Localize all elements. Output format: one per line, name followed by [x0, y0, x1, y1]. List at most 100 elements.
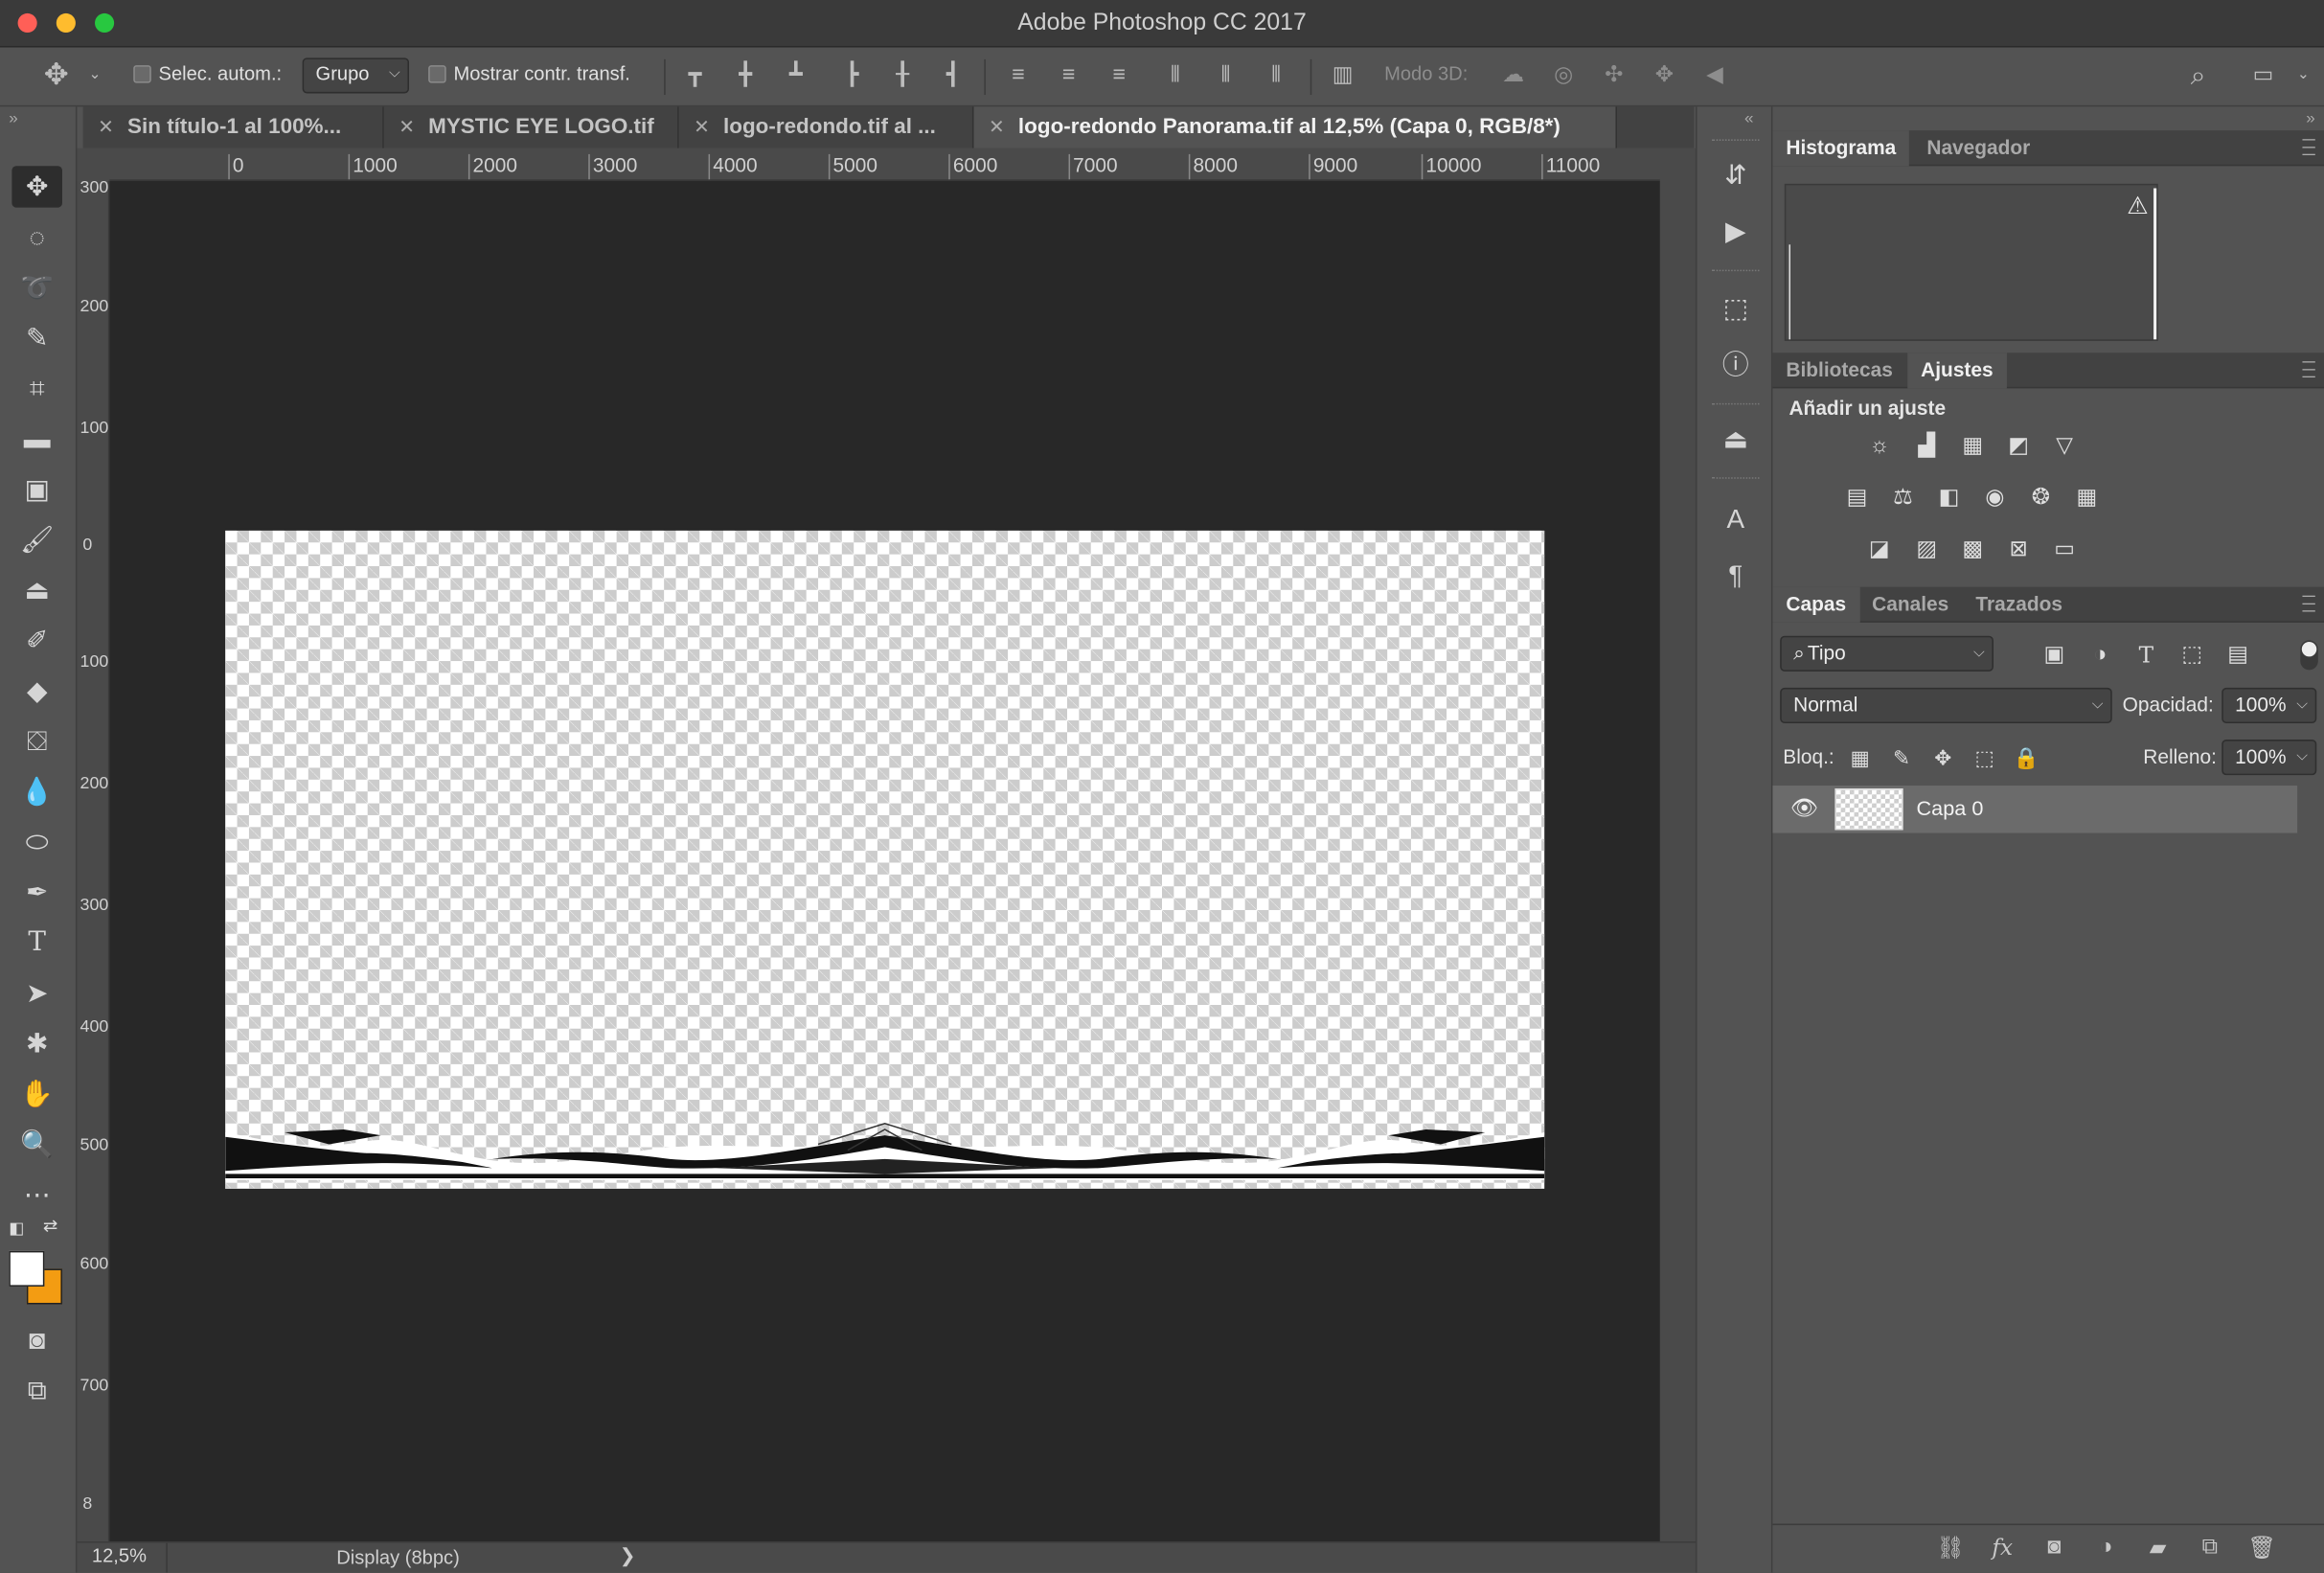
- tab-sin-titulo[interactable]: ✕ Sin título-1 al 100%...: [83, 106, 384, 148]
- eye-icon[interactable]: 👁: [1790, 794, 1818, 821]
- tab-ajustes[interactable]: Ajustes: [1907, 353, 2007, 389]
- blend-mode-dropdown[interactable]: Normal ⌵: [1780, 687, 2112, 724]
- tab-trazados[interactable]: Trazados: [1962, 587, 2075, 623]
- 3d-icon[interactable]: ⬚: [1718, 290, 1753, 326]
- auto-select-dropdown[interactable]: Grupo ⌵: [302, 57, 410, 94]
- align-top-icon[interactable]: ┳: [679, 59, 712, 92]
- channel-mixer-icon[interactable]: ❂: [2024, 483, 2057, 513]
- brightness-icon[interactable]: ☼: [1863, 431, 1896, 461]
- chevron-right-icon[interactable]: ❯: [620, 1544, 636, 1568]
- workspace-chevron-icon[interactable]: ⌄: [2287, 59, 2319, 92]
- character-icon[interactable]: A: [1718, 501, 1753, 536]
- zoom-level[interactable]: 12,5%: [92, 1544, 147, 1566]
- zoom-icon[interactable]: 🔍: [11, 1124, 62, 1165]
- close-icon[interactable]: ✕: [694, 106, 710, 148]
- canvas-area[interactable]: [109, 180, 1660, 1542]
- color-lookup-icon[interactable]: ▦: [2070, 483, 2103, 513]
- more-tools-icon[interactable]: ⋯: [11, 1174, 62, 1215]
- filter-smart-object-icon[interactable]: ▤: [2221, 640, 2254, 670]
- filter-toggle[interactable]: [2300, 640, 2318, 671]
- selective-color-icon[interactable]: ⊠: [2002, 536, 2035, 565]
- collapse-toolbar-icon[interactable]: »: [9, 109, 17, 127]
- crop-icon[interactable]: ⌗: [11, 368, 62, 409]
- photo-filter-icon[interactable]: ◉: [1979, 483, 2012, 513]
- close-icon[interactable]: ✕: [98, 106, 114, 148]
- ruler-icon[interactable]: ▬: [11, 418, 62, 459]
- auto-select-checkbox[interactable]: [133, 65, 151, 83]
- info-icon[interactable]: ⓘ: [1718, 347, 1753, 382]
- magic-wand-icon[interactable]: ✎: [11, 317, 62, 358]
- exposure-icon[interactable]: ◩: [2002, 431, 2035, 461]
- workspace-icon[interactable]: ▭: [2247, 59, 2280, 92]
- filter-adjustment-icon[interactable]: ◑: [2084, 640, 2116, 670]
- history-icon[interactable]: ⇵: [1718, 157, 1753, 193]
- hand-icon[interactable]: ✋: [11, 1073, 62, 1114]
- custom-shape-icon[interactable]: ✱: [11, 1023, 62, 1064]
- new-layer-icon[interactable]: ⧉: [2194, 1534, 2226, 1563]
- stamp-icon[interactable]: ⏏: [11, 569, 62, 610]
- tab-capas[interactable]: Capas: [1772, 586, 1860, 623]
- brush-icon[interactable]: 🖌: [11, 519, 62, 560]
- move-tool-icon[interactable]: ✥: [11, 166, 62, 208]
- align-bottom-icon[interactable]: ┻: [780, 59, 812, 92]
- history-brush-icon[interactable]: ✐: [11, 620, 62, 661]
- blur-icon[interactable]: 💧: [11, 771, 62, 812]
- lock-transparency-icon[interactable]: ▦: [1847, 744, 1874, 771]
- distribute-right-icon[interactable]: ⫴: [1260, 59, 1292, 92]
- trash-icon[interactable]: 🗑: [2245, 1534, 2278, 1563]
- tab-histograma[interactable]: Histograma: [1772, 130, 1910, 167]
- scale-3d-icon[interactable]: ◀: [1698, 59, 1731, 92]
- orbit-3d-icon[interactable]: ☁: [1497, 59, 1530, 92]
- filter-shape-icon[interactable]: ⬚: [2176, 640, 2208, 670]
- filter-type-icon[interactable]: T: [2130, 640, 2162, 670]
- adjustment-layer-icon[interactable]: ◑: [2090, 1534, 2123, 1563]
- screen-mode-icon[interactable]: ⧉: [11, 1370, 62, 1411]
- type-icon[interactable]: T: [11, 922, 62, 963]
- layer-filter-dropdown[interactable]: ⌕ Tipo ⌵: [1780, 635, 1994, 672]
- align-left-icon[interactable]: ┣: [836, 59, 869, 92]
- panel-menu-icon[interactable]: ─ ─ ─: [2303, 353, 2315, 385]
- eraser-icon[interactable]: ◆: [11, 670, 62, 711]
- threshold-icon[interactable]: ▩: [1956, 536, 1989, 565]
- curves-icon[interactable]: ▦: [1956, 431, 1989, 461]
- distribute-bottom-icon[interactable]: ≡: [1103, 59, 1135, 92]
- close-icon[interactable]: ✕: [399, 106, 415, 148]
- lock-pixels-icon[interactable]: ✎: [1888, 744, 1915, 771]
- color-balance-icon[interactable]: ⚖: [1887, 483, 1920, 513]
- show-transform-checkbox[interactable]: [428, 65, 446, 83]
- pen-icon[interactable]: ✒: [11, 872, 62, 913]
- tab-mystic-eye-logo[interactable]: ✕ MYSTIC EYE LOGO.tif: [384, 106, 679, 148]
- vibrance-icon[interactable]: ▽: [2048, 431, 2081, 461]
- warning-icon[interactable]: ⚠: [2127, 192, 2148, 221]
- lock-artboard-icon[interactable]: ⬚: [1971, 744, 1998, 771]
- link-layers-icon[interactable]: ⛓: [1934, 1534, 1967, 1563]
- paragraph-icon[interactable]: ¶: [1718, 558, 1753, 593]
- actions-play-icon[interactable]: ▶: [1718, 214, 1753, 249]
- horizontal-ruler[interactable]: 0 1000 2000 3000 4000 5000 6000 7000 800…: [109, 148, 1660, 181]
- search-icon[interactable]: ⌕: [2181, 59, 2214, 92]
- slide-3d-icon[interactable]: ✥: [1648, 59, 1680, 92]
- fx-icon[interactable]: fx: [1986, 1534, 2018, 1563]
- new-group-icon[interactable]: ▰: [2142, 1534, 2175, 1563]
- dodge-icon[interactable]: ⬭: [11, 821, 62, 862]
- fill-field[interactable]: 100% ⌵: [2221, 740, 2317, 776]
- opacity-field[interactable]: 100% ⌵: [2221, 687, 2317, 724]
- panel-menu-icon[interactable]: ─ ─ ─: [2303, 130, 2315, 163]
- paint-bucket-icon[interactable]: ⛋: [11, 720, 62, 762]
- vertical-scrollbar[interactable]: [1659, 148, 1696, 1542]
- collapse-dock-icon[interactable]: «: [1744, 109, 1753, 127]
- tool-preset-chevron-icon[interactable]: ⌄: [79, 59, 111, 92]
- document-canvas[interactable]: [225, 530, 1545, 1189]
- tab-bibliotecas[interactable]: Bibliotecas: [1772, 353, 1905, 388]
- distribute-hcenter-icon[interactable]: ⫴: [1210, 59, 1242, 92]
- lock-position-icon[interactable]: ✥: [1929, 744, 1956, 771]
- tab-navegador[interactable]: Navegador: [1913, 130, 2043, 166]
- levels-icon[interactable]: ▟: [1910, 431, 1943, 461]
- move-tool-icon[interactable]: ✥: [40, 59, 73, 92]
- align-right-icon[interactable]: ┫: [937, 59, 969, 92]
- posterize-icon[interactable]: ▨: [1910, 536, 1943, 565]
- tab-logo-redondo-panorama[interactable]: ✕ logo-redondo Panorama.tif al 12,5% (Cap…: [973, 106, 1617, 148]
- align-hcenter-icon[interactable]: ╂: [886, 59, 919, 92]
- align-vcenter-icon[interactable]: ╋: [729, 59, 762, 92]
- roll-3d-icon[interactable]: ◎: [1547, 59, 1580, 92]
